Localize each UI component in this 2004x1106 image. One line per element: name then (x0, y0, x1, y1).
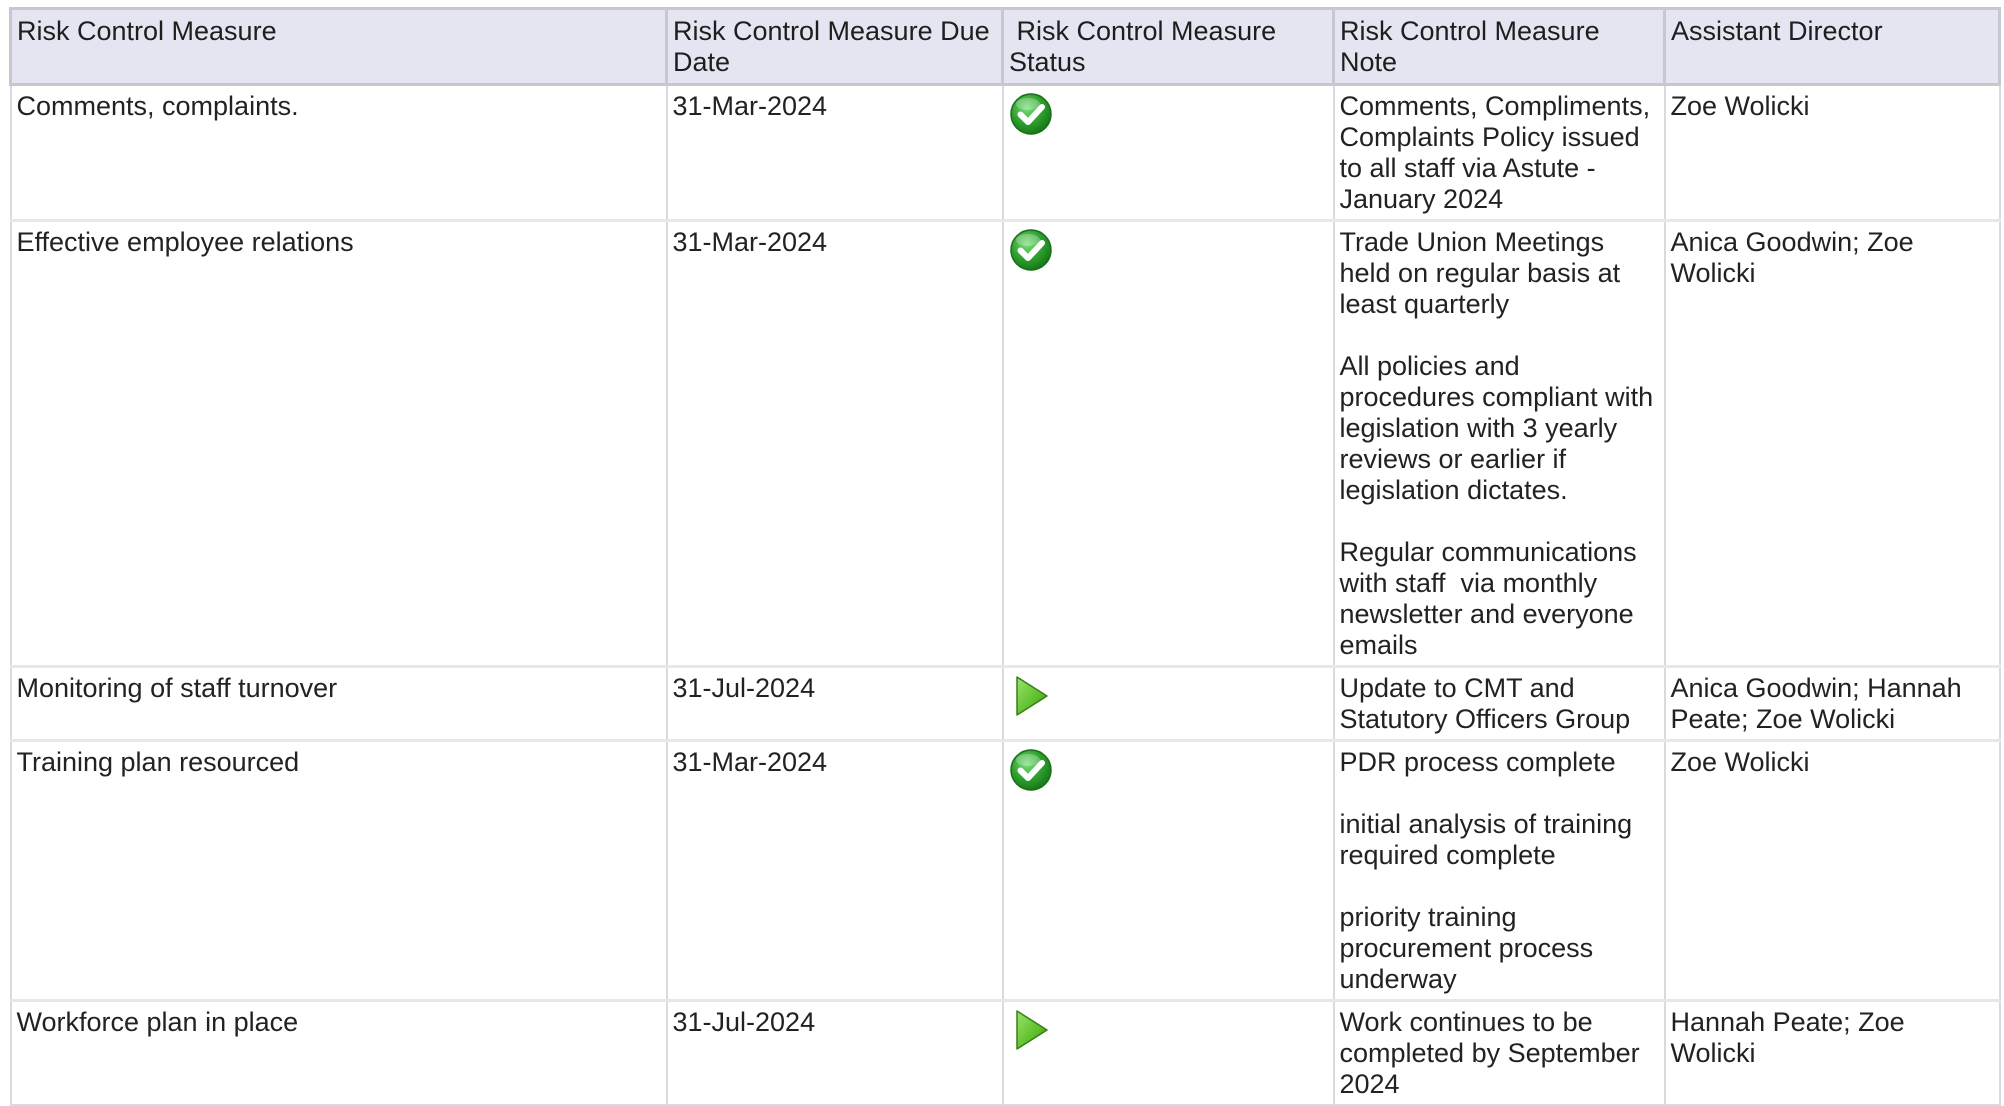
play-in-progress-icon (1009, 674, 1053, 718)
cell-measure: Effective employee relations (9, 219, 668, 668)
header-row: Risk Control Measure Risk Control Measur… (9, 7, 2001, 86)
cell-due-date: 31-Mar-2024 (665, 219, 1004, 668)
cell-due-date: 31-Mar-2024 (665, 739, 1004, 1002)
cell-status (1001, 665, 1335, 742)
table-body: Comments, complaints. 31-Mar-2024 Comment… (9, 83, 2001, 1106)
cell-note: Update to CMT and Statutory Officers Gro… (1332, 665, 1666, 742)
table-row: Effective employee relations 31-Mar-2024 … (9, 219, 2001, 668)
note-paragraph: Regular communications with staff via mo… (1339, 537, 1645, 660)
cell-note: PDR process complete initial analysis of … (1332, 739, 1666, 1002)
note-paragraph: initial analysis of training required co… (1339, 809, 1640, 870)
note-paragraph: Comments, Compliments, Complaints Policy… (1339, 91, 1658, 214)
cell-status (1001, 83, 1335, 222)
cell-status (1001, 219, 1335, 668)
table-row: Comments, complaints. 31-Mar-2024 Comment… (9, 83, 2001, 222)
note-paragraph: All policies and procedures compliant wi… (1339, 351, 1661, 505)
play-in-progress-icon (1009, 1008, 1053, 1052)
column-header-director: Assistant Director (1663, 7, 2001, 86)
cell-measure: Monitoring of staff turnover (9, 665, 668, 742)
note-paragraph: priority training procurement process un… (1339, 902, 1601, 994)
table-header: Risk Control Measure Risk Control Measur… (9, 7, 2001, 86)
cell-assistant-director: Anica Goodwin; Hannah Peate; Zoe Wolicki (1663, 665, 2001, 742)
cell-note: Comments, Compliments, Complaints Policy… (1332, 83, 1666, 222)
column-header-status: Risk Control Measure Status (1001, 7, 1335, 86)
cell-assistant-director: Hannah Peate; Zoe Wolicki (1663, 999, 2001, 1106)
cell-measure: Workforce plan in place (9, 999, 668, 1106)
risk-control-table-container: Risk Control Measure Risk Control Measur… (9, 7, 2001, 1106)
note-paragraph: Work continues to be completed by Septem… (1339, 1007, 1648, 1099)
cell-due-date: 31-Mar-2024 (665, 83, 1004, 222)
cell-status (1001, 739, 1335, 1002)
cell-status (1001, 999, 1335, 1106)
table-row: Training plan resourced 31-Mar-2024 PDR p… (9, 739, 2001, 1002)
check-complete-icon (1009, 748, 1053, 792)
cell-measure: Comments, complaints. (9, 83, 668, 222)
cell-note: Work continues to be completed by Septem… (1332, 999, 1666, 1106)
cell-assistant-director: Zoe Wolicki (1663, 83, 2001, 222)
note-paragraph: PDR process complete (1339, 747, 1616, 777)
note-paragraph: Update to CMT and Statutory Officers Gro… (1339, 673, 1631, 734)
risk-control-table: Risk Control Measure Risk Control Measur… (9, 7, 2001, 1106)
table-row: Monitoring of staff turnover 31-Jul-2024 … (9, 665, 2001, 742)
column-header-measure: Risk Control Measure (9, 7, 668, 86)
table-row: Workforce plan in place 31-Jul-2024 Work … (9, 999, 2001, 1106)
note-paragraph: Trade Union Meetings held on regular bas… (1339, 227, 1628, 319)
cell-note: Trade Union Meetings held on regular bas… (1332, 219, 1666, 668)
check-complete-icon (1009, 228, 1053, 272)
cell-assistant-director: Anica Goodwin; Zoe Wolicki (1663, 219, 2001, 668)
cell-assistant-director: Zoe Wolicki (1663, 739, 2001, 1002)
column-header-note: Risk Control Measure Note (1332, 7, 1666, 86)
cell-due-date: 31-Jul-2024 (665, 665, 1004, 742)
column-header-due-date: Risk Control Measure Due Date (665, 7, 1004, 86)
cell-due-date: 31-Jul-2024 (665, 999, 1004, 1106)
check-complete-icon (1009, 92, 1053, 136)
cell-measure: Training plan resourced (9, 739, 668, 1002)
